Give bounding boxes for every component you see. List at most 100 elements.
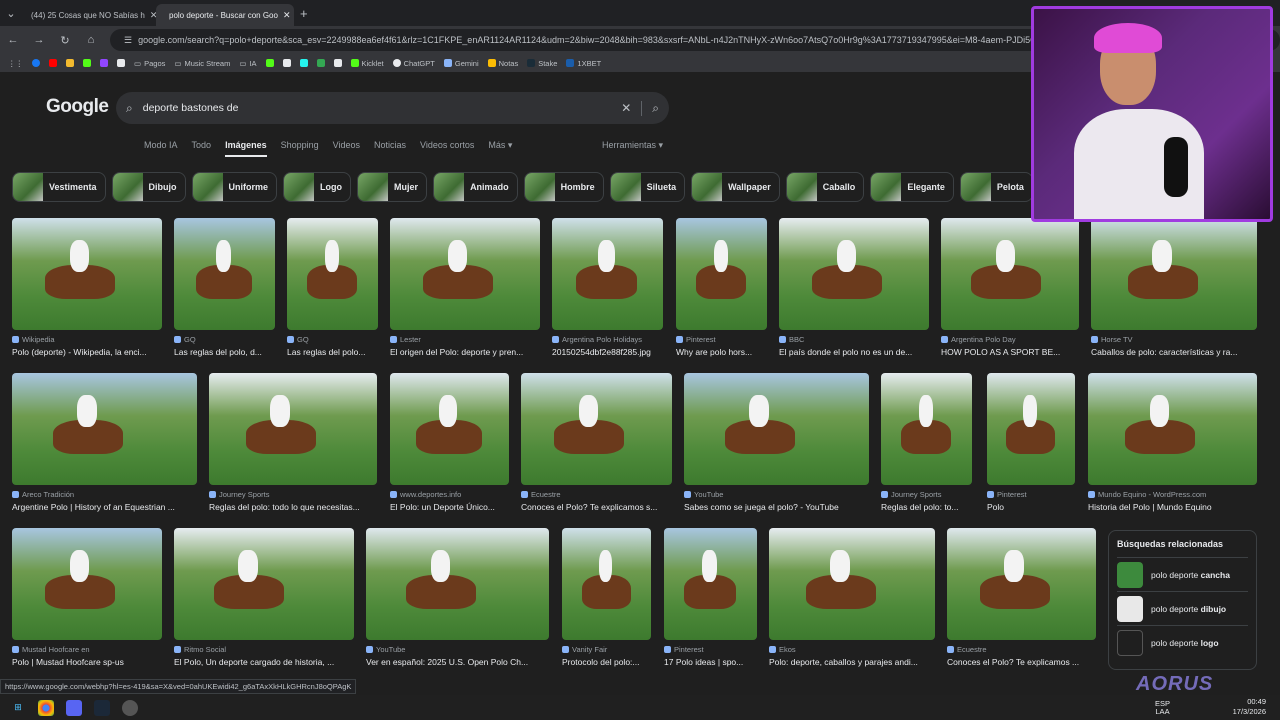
image-result[interactable]: BBC El país donde el polo no es un de...	[779, 218, 929, 357]
result-thumbnail[interactable]	[676, 218, 767, 330]
app-icon[interactable]	[122, 699, 138, 716]
result-thumbnail[interactable]	[287, 218, 378, 330]
google-logo[interactable]: Google	[46, 96, 109, 118]
bookmark-gemini[interactable]: Gemini	[443, 59, 479, 68]
image-result[interactable]: Argentina Polo Day HOW POLO AS A SPORT BE…	[941, 218, 1079, 357]
kick-icon[interactable]	[265, 59, 274, 67]
apps-icon[interactable]: ⋮⋮	[8, 59, 23, 68]
chip-mujer[interactable]: Mujer	[357, 172, 428, 202]
result-title[interactable]: Reglas del polo: to...	[881, 502, 972, 512]
reload-icon[interactable]: ↻	[58, 34, 72, 47]
twitch-icon[interactable]	[100, 59, 108, 67]
image-result[interactable]: Vanity Fair Protocolo del polo:...	[562, 528, 651, 667]
result-thumbnail[interactable]	[521, 373, 672, 485]
binance-icon[interactable]	[66, 59, 74, 67]
image-result[interactable]: Pinterest Why are polo hors...	[676, 218, 767, 357]
result-thumbnail[interactable]	[366, 528, 549, 640]
bookmark-chatgpt[interactable]: ChatGPT	[392, 59, 435, 68]
chip-silueta[interactable]: Silueta	[609, 172, 686, 202]
chip-hombre[interactable]: Hombre	[523, 172, 604, 202]
result-thumbnail[interactable]	[1088, 373, 1257, 485]
bookmark-notas[interactable]: Notas	[487, 59, 518, 68]
bookmark-ia[interactable]: ▭ IA	[239, 59, 256, 68]
result-thumbnail[interactable]	[881, 373, 972, 485]
result-title[interactable]: HOW POLO AS A SPORT BE...	[941, 347, 1079, 357]
chip-wallpaper[interactable]: Wallpaper	[691, 172, 780, 202]
discord-icon[interactable]	[66, 699, 82, 716]
tab-todo[interactable]: Todo	[192, 140, 212, 157]
search-box[interactable]: ⌕ deporte bastones de ✕ ⌕	[116, 92, 669, 124]
result-title[interactable]: El Polo, Un deporte cargado de historia,…	[174, 657, 354, 667]
result-title[interactable]: 17 Polo ideas | spo...	[664, 657, 757, 667]
tiktok-icon[interactable]	[299, 59, 308, 67]
facebook-icon[interactable]	[32, 59, 40, 67]
image-result[interactable]: Lester El origen del Polo: deporte y pren…	[390, 218, 540, 357]
image-result[interactable]: GQ Las reglas del polo...	[287, 218, 378, 357]
chip-dibujo[interactable]: Dibujo	[111, 172, 186, 202]
image-result[interactable]: Mustad Hoofcare en Polo | Mustad Hoofcare…	[12, 528, 162, 667]
chip-caballo[interactable]: Caballo	[785, 172, 865, 202]
windows-start-icon[interactable]: ⊞	[10, 700, 26, 716]
result-title[interactable]: 20150254dbf2e88f285.jpg	[552, 347, 663, 357]
back-icon[interactable]: ←	[6, 34, 20, 46]
result-title[interactable]: El Polo: un Deporte Único...	[390, 502, 509, 512]
result-thumbnail[interactable]	[552, 218, 663, 330]
related-item-dibujo[interactable]: polo deporte dibujo	[1117, 591, 1248, 625]
result-thumbnail[interactable]	[390, 218, 540, 330]
chip-uniforme[interactable]: Uniforme	[191, 172, 278, 202]
image-result[interactable]: Argentina Polo Holidays 20150254dbf2e88f2…	[552, 218, 663, 357]
image-result[interactable]: Ritmo Social El Polo, Un deporte cargado …	[174, 528, 354, 667]
result-title[interactable]: Polo | Mustad Hoofcare sp-us	[12, 657, 162, 667]
result-thumbnail[interactable]	[390, 373, 509, 485]
search-input[interactable]: deporte bastones de	[143, 102, 611, 114]
result-title[interactable]: Sabes como se juega el polo? - YouTube	[684, 502, 869, 512]
tab-modo-ia[interactable]: Modo IA	[144, 140, 178, 157]
tab-videos-cortos[interactable]: Videos cortos	[420, 140, 474, 157]
result-thumbnail[interactable]	[947, 528, 1096, 640]
result-title[interactable]: Las reglas del polo, d...	[174, 347, 275, 357]
result-thumbnail[interactable]	[684, 373, 869, 485]
related-item-logo[interactable]: polo deporte logo	[1117, 625, 1248, 659]
bookmark-icon[interactable]	[282, 59, 291, 67]
result-title[interactable]: Conoces el Polo? Te explicamos s...	[521, 502, 672, 512]
image-result[interactable]: GQ Las reglas del polo, d...	[174, 218, 275, 357]
image-result[interactable]: Journey Sports Reglas del polo: todo lo q…	[209, 373, 377, 512]
bookmark-stake[interactable]: Stake	[527, 59, 557, 68]
forward-icon[interactable]: →	[32, 34, 46, 46]
image-result[interactable]: Mundo Equino - WordPress.com Historia del…	[1088, 373, 1257, 512]
image-result[interactable]: Ecuestre Conoces el Polo? Te explicamos .…	[947, 528, 1096, 667]
image-result[interactable]: Areco Tradición Argentine Polo | History …	[12, 373, 197, 512]
result-thumbnail[interactable]	[12, 373, 197, 485]
search-submit-icon[interactable]: ⌕	[641, 100, 659, 116]
chrome-icon[interactable]	[38, 699, 54, 716]
related-item-cancha[interactable]: polo deporte cancha	[1117, 557, 1248, 591]
youtube-icon[interactable]	[49, 59, 57, 67]
result-title[interactable]: Polo (deporte) - Wikipedia, la enci...	[12, 347, 162, 357]
image-result[interactable]: Journey Sports Reglas del polo: to...	[881, 373, 972, 512]
bookmark-music-stream[interactable]: ▭ Music Stream	[174, 59, 230, 68]
result-title[interactable]: Ver en español: 2025 U.S. Open Polo Ch..…	[366, 657, 549, 667]
result-title[interactable]: El país donde el polo no es un de...	[779, 347, 929, 357]
result-thumbnail[interactable]	[209, 373, 377, 485]
image-result[interactable]: www.deportes.info El Polo: un Deporte Úni…	[390, 373, 509, 512]
tools-button[interactable]: Herramientas ▾	[602, 140, 663, 151]
result-thumbnail[interactable]	[12, 218, 162, 330]
bookmark-icon[interactable]	[117, 59, 125, 67]
bookmark-1xbet[interactable]: 1XBET	[566, 59, 601, 68]
chip-animado[interactable]: Animado	[433, 172, 518, 202]
result-thumbnail[interactable]	[562, 528, 651, 640]
image-result[interactable]: YouTube Sabes como se juega el polo? - Yo…	[684, 373, 869, 512]
clear-icon[interactable]: ✕	[621, 101, 631, 115]
tab-shopping[interactable]: Shopping	[281, 140, 319, 157]
result-thumbnail[interactable]	[941, 218, 1079, 330]
result-title[interactable]: Las reglas del polo...	[287, 347, 378, 357]
result-thumbnail[interactable]	[1091, 218, 1257, 330]
image-result[interactable]: Ecuestre Conoces el Polo? Te explicamos s…	[521, 373, 672, 512]
home-icon[interactable]: ⌂	[84, 34, 98, 46]
steam-icon[interactable]	[94, 699, 110, 716]
result-title[interactable]: Conoces el Polo? Te explicamos ...	[947, 657, 1096, 667]
result-title[interactable]: Protocolo del polo:...	[562, 657, 651, 667]
result-title[interactable]: Reglas del polo: todo lo que necesitas..…	[209, 502, 377, 512]
result-title[interactable]: Polo	[987, 502, 1075, 512]
result-title[interactable]: Why are polo hors...	[676, 347, 767, 357]
